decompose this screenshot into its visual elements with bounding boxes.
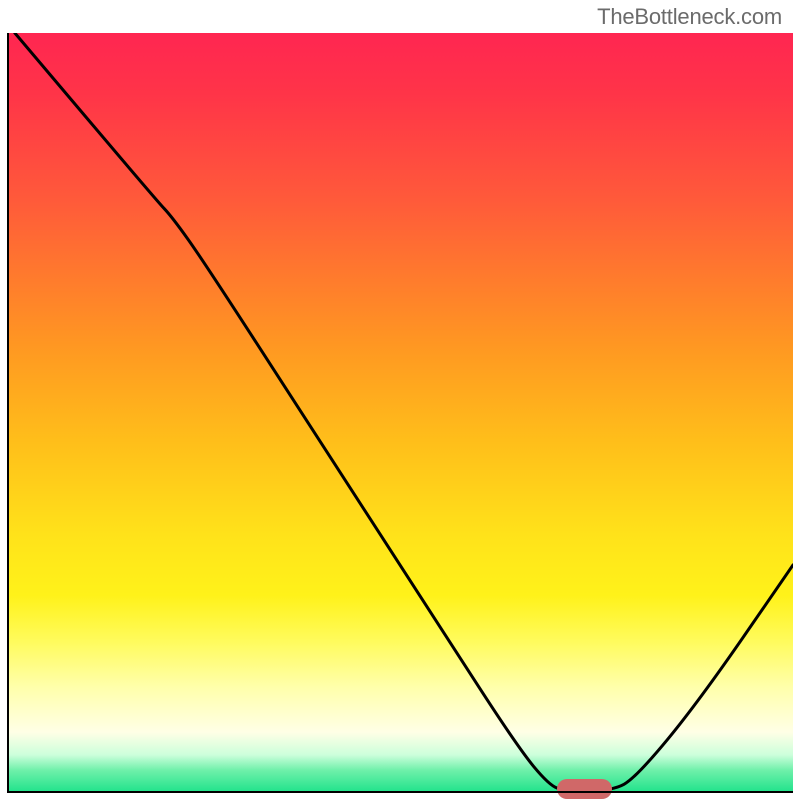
optimal-range-marker: [557, 779, 612, 799]
watermark-text: TheBottleneck.com: [597, 4, 782, 30]
chart-background-gradient: [7, 33, 793, 793]
